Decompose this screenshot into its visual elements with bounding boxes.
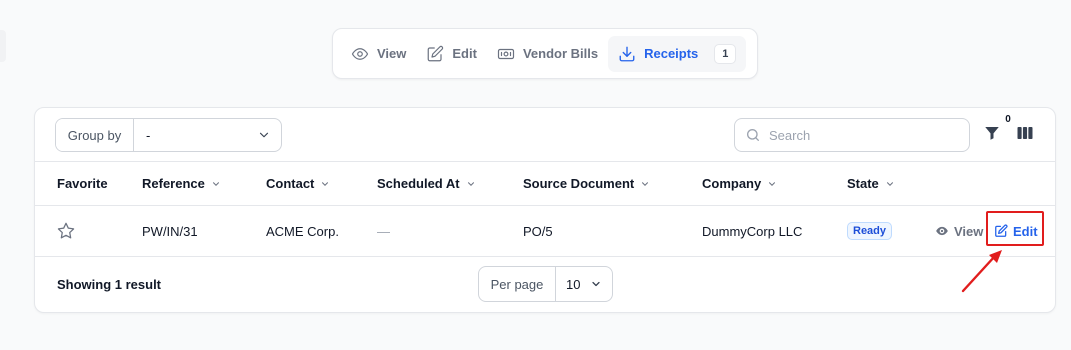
column-header-favorite: Favorite: [57, 176, 108, 191]
group-by-select[interactable]: -: [134, 119, 281, 151]
star-icon[interactable]: [56, 221, 76, 241]
tab-count-badge: 1: [714, 43, 737, 64]
columns-icon[interactable]: [1016, 124, 1034, 142]
column-label: Contact: [266, 176, 315, 191]
column-header-contact[interactable]: Contact: [266, 176, 330, 191]
tab-edit[interactable]: Edit: [416, 36, 487, 72]
column-header-reference[interactable]: Reference: [142, 176, 221, 191]
group-by-control: Group by -: [55, 118, 282, 152]
tab-label: Vendor Bills: [522, 46, 599, 61]
eye-icon: [351, 47, 369, 60]
per-page-select[interactable]: 10: [556, 267, 612, 301]
chevron-down-icon: [322, 181, 329, 186]
pencil-square-icon: [428, 45, 444, 61]
cell-reference: PW/IN/31: [142, 223, 198, 239]
table-header: Favorite Reference Contact Scheduled At …: [35, 162, 1055, 206]
tab-label: View: [377, 46, 407, 61]
filter-icon[interactable]: [983, 124, 1001, 142]
search-box: [734, 118, 970, 152]
tab-label: Receipts: [644, 46, 699, 61]
chevron-down-icon: [886, 181, 893, 186]
filter-count-badge: 0: [1001, 113, 1015, 127]
column-label: Company: [702, 176, 762, 191]
chevron-down-icon: [467, 181, 474, 186]
table-row[interactable]: PW/IN/31 ACME Corp. — PO/5 DummyCorp LLC…: [35, 206, 1055, 257]
tab-receipts[interactable]: Receipts 1: [608, 35, 747, 72]
group-by-label: Group by: [56, 119, 134, 151]
column-header-company[interactable]: Company: [702, 176, 777, 191]
record-tabs: View Edit Vendor Bills Receipts 1: [332, 28, 758, 79]
view-label: View: [954, 223, 984, 239]
column-label: Reference: [142, 176, 205, 191]
results-count: Showing 1 result: [57, 277, 162, 292]
red-arrow-annotation: [961, 250, 1002, 293]
per-page-label: Per page: [479, 267, 556, 301]
eye-icon: [936, 226, 948, 236]
cell-state: Ready: [847, 222, 893, 240]
group-by-value: -: [146, 127, 151, 143]
tab-view[interactable]: View: [341, 36, 416, 72]
table-footer: Showing 1 result Per page 10: [35, 257, 1055, 312]
column-label: Source Document: [523, 176, 635, 191]
cell-scheduled-at: —: [377, 223, 390, 239]
row-edit-action[interactable]: Edit: [994, 224, 1038, 239]
banknote-icon: [497, 48, 515, 59]
cell-source-document: PO/5: [523, 223, 553, 239]
search-input[interactable]: [769, 127, 959, 143]
tab-vendor-bills[interactable]: Vendor Bills: [487, 36, 608, 72]
column-label: Favorite: [57, 176, 108, 191]
cell-company: DummyCorp LLC: [702, 223, 803, 239]
side-edge-tab[interactable]: [0, 30, 6, 62]
pencil-square-icon: [995, 224, 1008, 237]
edit-label: Edit: [1013, 223, 1038, 239]
table-toolbar: Group by - 0: [35, 108, 1055, 162]
per-page-value: 10: [566, 276, 581, 292]
tab-label: Edit: [452, 46, 477, 61]
per-page-control: Per page 10: [478, 266, 613, 302]
cell-contact: ACME Corp.: [266, 223, 339, 239]
chevron-down-icon: [642, 181, 649, 186]
receipts-table-card: Group by - 0 Favorite Reference Contact …: [34, 107, 1056, 313]
search-icon: [747, 129, 759, 141]
chevron-down-icon: [212, 181, 219, 186]
column-header-scheduled-at[interactable]: Scheduled At: [377, 176, 476, 191]
column-header-state[interactable]: State: [847, 176, 895, 191]
chevron-down-icon: [592, 281, 600, 287]
download-icon: [619, 46, 635, 61]
column-header-source-document[interactable]: Source Document: [523, 176, 650, 191]
status-badge: Ready: [847, 222, 893, 240]
chevron-down-icon: [769, 181, 776, 186]
column-label: Scheduled At: [377, 176, 460, 191]
column-label: State: [847, 176, 879, 191]
row-view-action[interactable]: View: [935, 224, 983, 239]
chevron-down-icon: [259, 132, 269, 138]
